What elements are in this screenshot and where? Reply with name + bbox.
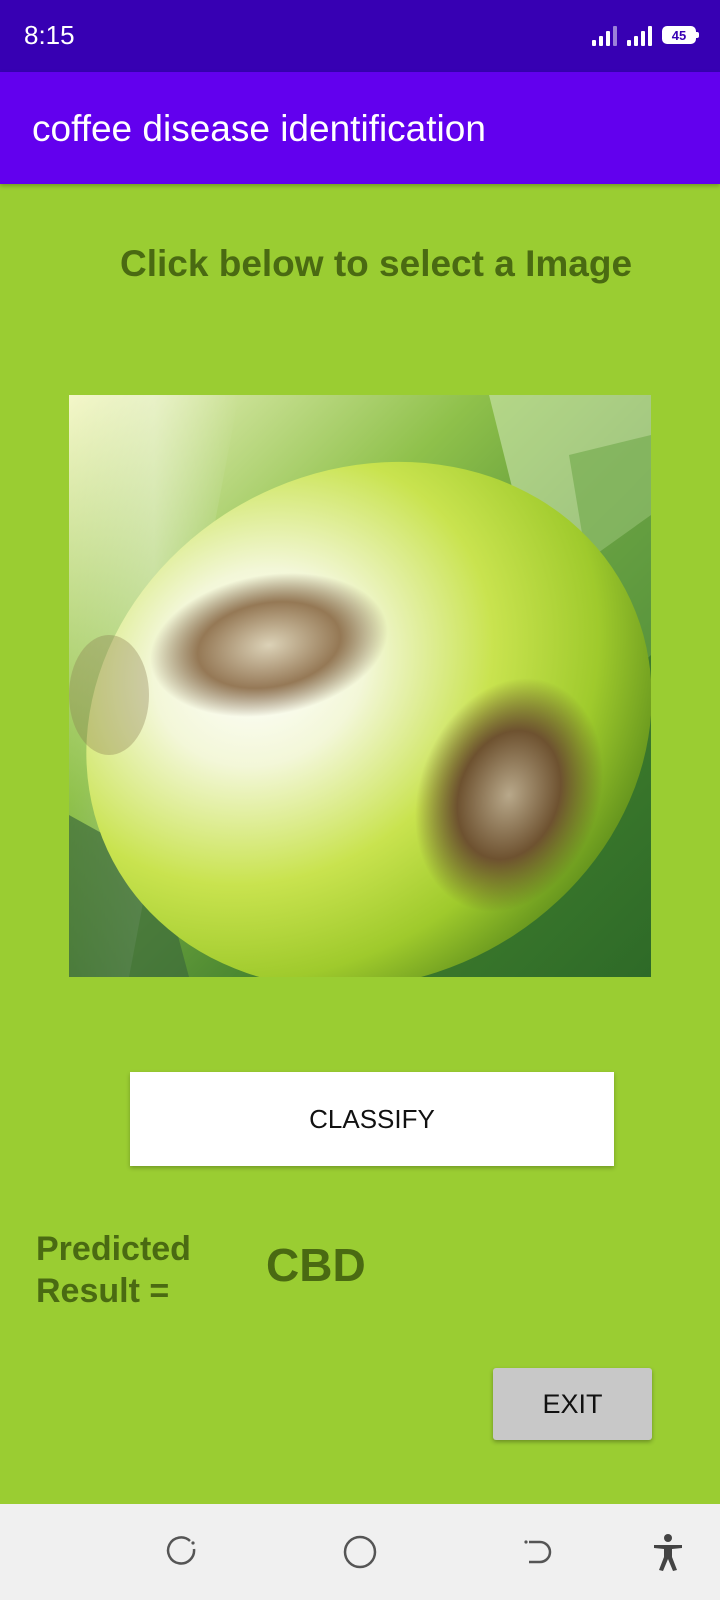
app-title: coffee disease identification — [32, 108, 486, 149]
home-icon[interactable] — [340, 1532, 380, 1572]
predicted-result-value: CBD — [266, 1239, 366, 1291]
status-icons: 45 — [592, 24, 699, 46]
battery-level: 45 — [671, 27, 687, 43]
back-icon[interactable] — [517, 1532, 557, 1572]
battery-icon: 45 — [662, 26, 699, 44]
recents-icon[interactable] — [163, 1532, 203, 1572]
classify-button[interactable]: CLASSIFY — [130, 1072, 614, 1166]
app-bar: coffee disease identification — [0, 72, 720, 184]
signal-icon — [627, 24, 652, 46]
navigation-bar — [0, 1504, 720, 1600]
coffee-berry-image — [69, 395, 651, 977]
status-time: 8:15 — [24, 20, 75, 50]
predicted-result-label: Predicted Result = — [36, 1230, 191, 1310]
status-bar: 8:15 45 — [0, 0, 720, 72]
exit-button[interactable]: EXIT — [493, 1368, 652, 1440]
selected-image[interactable] — [69, 395, 651, 977]
signal-icon — [592, 24, 617, 46]
select-image-prompt: Click below to select a Image — [120, 243, 633, 284]
accessibility-icon[interactable] — [648, 1532, 688, 1572]
